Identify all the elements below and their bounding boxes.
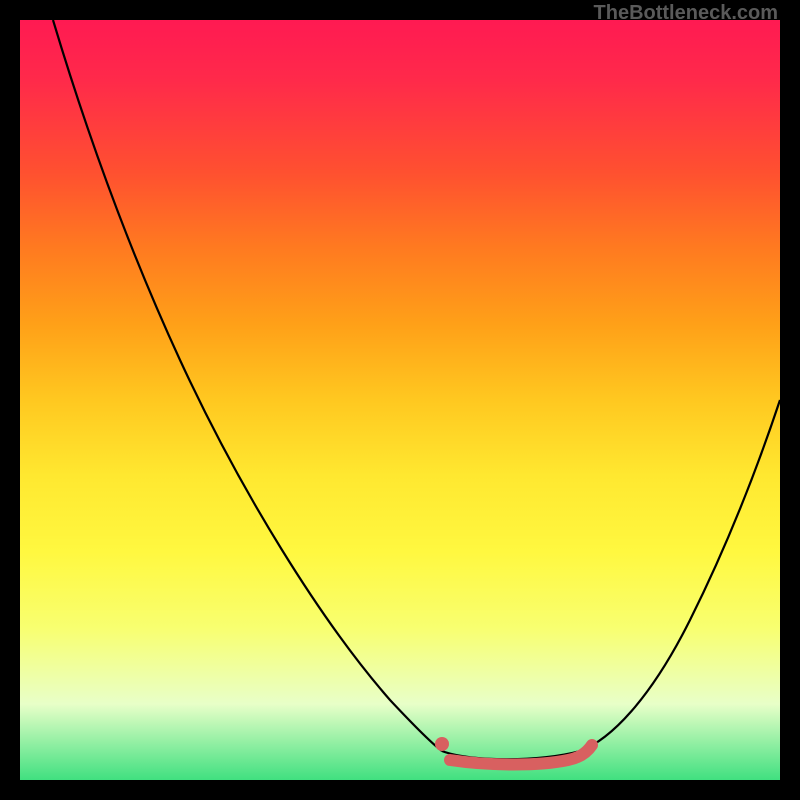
chart-container: TheBottleneck.com [0,0,800,800]
attribution-label: TheBottleneck.com [594,2,778,25]
curve-layer [20,20,780,780]
marker-highlight [450,745,592,765]
right-curve [580,400,780,751]
left-curve [53,20,442,751]
marker-dot [435,737,449,751]
